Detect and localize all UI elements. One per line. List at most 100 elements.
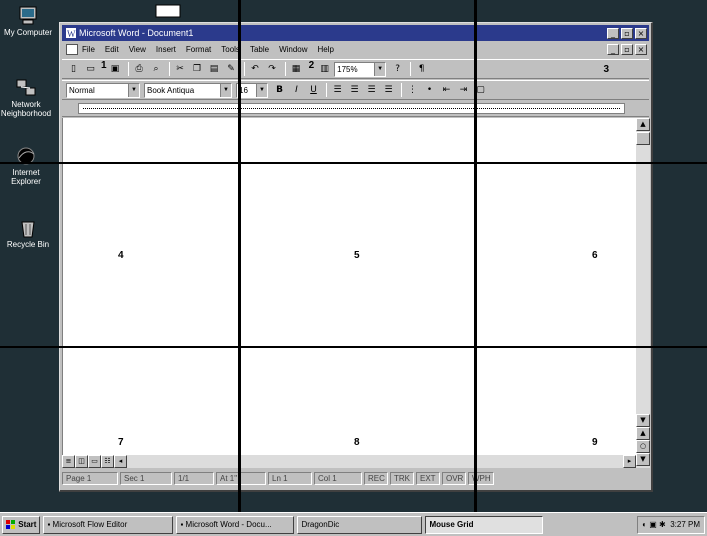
title-bar[interactable]: W Microsoft Word - Document1 _ ▫ × xyxy=(62,25,649,41)
task-mouse-grid[interactable]: Mouse Grid xyxy=(425,515,544,534)
save-icon[interactable]: ▣ xyxy=(108,62,123,77)
bullets-icon[interactable]: • xyxy=(422,83,437,98)
italic-icon[interactable]: I xyxy=(289,83,304,98)
doc-close-button[interactable]: × xyxy=(635,44,647,55)
menu-bar: File Edit View Insert Format Tools Table… xyxy=(62,42,649,57)
style-combo[interactable]: Normal ▼ xyxy=(66,82,140,98)
ruler-ticks xyxy=(83,108,620,111)
format-painter-icon[interactable]: ✎ xyxy=(224,62,239,77)
redo-icon[interactable]: ↷ xyxy=(265,62,280,77)
taskbar-app-icon: ▪ xyxy=(47,519,51,529)
desktop-icon-network[interactable]: Network Neighborhood xyxy=(0,78,52,118)
minimize-button[interactable]: _ xyxy=(607,27,619,39)
scroll-up-button[interactable]: ▲ xyxy=(636,118,650,131)
desktop-icon-label: My Computer xyxy=(3,28,52,37)
menu-table[interactable]: Table xyxy=(250,45,269,54)
close-button[interactable]: × xyxy=(635,27,647,39)
show-hide-icon[interactable]: ¶ xyxy=(414,62,429,77)
next-page-button[interactable]: ▼ xyxy=(636,453,650,466)
print-preview-icon[interactable]: ⌕ xyxy=(149,62,164,77)
status-ext[interactable]: EXT xyxy=(416,472,440,485)
document-icon[interactable] xyxy=(66,44,78,55)
status-trk[interactable]: TRK xyxy=(390,472,414,485)
outline-view-button[interactable]: ☷ xyxy=(101,455,114,468)
restore-button[interactable]: ▫ xyxy=(621,27,633,39)
start-button[interactable]: Start xyxy=(2,515,41,534)
doc-minimize-button[interactable]: _ xyxy=(607,44,619,55)
menu-file[interactable]: File xyxy=(82,45,95,54)
vertical-scrollbar[interactable]: ▲ ▼ ▲ ○ ▼ xyxy=(636,118,650,468)
task-label: Microsoft Word - Docu... xyxy=(185,519,272,529)
toolbar-separator xyxy=(326,83,327,97)
menu-edit[interactable]: Edit xyxy=(105,45,119,54)
help-icon[interactable]: ? xyxy=(390,62,405,77)
zoom-combo[interactable]: 175% ▼ xyxy=(334,61,387,77)
menu-help[interactable]: Help xyxy=(318,45,334,54)
doc-restore-button[interactable]: ▫ xyxy=(621,44,633,55)
bold-icon[interactable]: B xyxy=(272,83,287,98)
menu-insert[interactable]: Insert xyxy=(156,45,176,54)
cut-icon[interactable]: ✂ xyxy=(173,62,188,77)
align-center-icon[interactable]: ☰ xyxy=(347,83,362,98)
previous-page-button[interactable]: ▲ xyxy=(636,427,650,440)
align-left-icon[interactable]: ☰ xyxy=(330,83,345,98)
desktop-icon-label: Internet Explorer xyxy=(11,168,41,186)
ruler[interactable] xyxy=(62,101,649,117)
undo-icon[interactable]: ↶ xyxy=(248,62,263,77)
web-layout-button[interactable]: ◫ xyxy=(75,455,88,468)
scroll-right-button[interactable]: ▸ xyxy=(623,455,636,468)
windows-logo-icon xyxy=(6,519,15,529)
insert-table-icon[interactable]: ▦ xyxy=(289,62,304,77)
increase-indent-icon[interactable]: ⇥ xyxy=(456,83,471,98)
taskbar: Start ▪ Microsoft Flow Editor ▪ Microsof… xyxy=(0,512,707,536)
menu-window[interactable]: Window xyxy=(279,45,307,54)
select-browse-object-button[interactable]: ○ xyxy=(636,440,650,453)
numbering-icon[interactable]: ⋮ xyxy=(405,83,420,98)
scroll-left-button[interactable]: ◂ xyxy=(114,455,127,468)
mouse-grid-horizontal-line-1 xyxy=(0,162,707,164)
word-task-icon: ▪ xyxy=(180,519,184,529)
task-dragondic[interactable]: DragonDic xyxy=(297,515,423,534)
print-icon[interactable]: ⎙ xyxy=(132,62,147,77)
status-page: Page 1 xyxy=(62,472,118,485)
task-label: DragonDic xyxy=(301,519,340,529)
formatting-toolbar: Normal ▼ Book Antiqua ▼ 16 ▼ B I U ☰ ☰ ☰ ☰ … xyxy=(62,80,649,100)
page-layout-button[interactable]: ▭ xyxy=(88,455,101,468)
toolbar-separator xyxy=(410,62,412,76)
task-flow-editor[interactable]: ▪ Microsoft Flow Editor xyxy=(43,515,174,534)
scroll-down-button[interactable]: ▼ xyxy=(636,414,650,427)
chevron-down-icon: ▼ xyxy=(256,83,267,97)
menu-format[interactable]: Format xyxy=(186,45,211,54)
open-folder-icon[interactable]: ▭ xyxy=(83,62,98,77)
document-area[interactable] xyxy=(62,118,636,455)
desktop-icon-my-computer[interactable]: My Computer xyxy=(2,6,54,37)
desktop-icon-internet-explorer[interactable]: Internet Explorer xyxy=(0,146,52,186)
task-word[interactable]: ▪ Microsoft Word - Docu... xyxy=(176,515,295,534)
desktop-icon-recycle-bin[interactable]: Recycle Bin xyxy=(2,218,54,249)
task-label: Microsoft Flow Editor xyxy=(52,519,128,529)
copy-icon[interactable]: ❐ xyxy=(190,62,205,77)
horizontal-scroll-track[interactable] xyxy=(127,455,623,468)
underline-icon[interactable]: U xyxy=(306,83,321,98)
columns-icon[interactable]: ▥ xyxy=(317,62,332,77)
normal-view-button[interactable]: ≡ xyxy=(62,455,75,468)
tray-dragon-icon[interactable]: ✱ xyxy=(659,520,666,529)
menu-view[interactable]: View xyxy=(129,45,146,54)
tray-volume-icon[interactable]: ◐ xyxy=(642,520,647,529)
mouse-grid-vertical-line-2 xyxy=(474,0,477,536)
new-document-icon[interactable]: ▯ xyxy=(66,62,81,77)
decrease-indent-icon[interactable]: ⇤ xyxy=(439,83,454,98)
justify-icon[interactable]: ☰ xyxy=(381,83,396,98)
paste-icon[interactable]: ▤ xyxy=(207,62,222,77)
align-right-icon[interactable]: ☰ xyxy=(364,83,379,98)
status-rec[interactable]: REC xyxy=(364,472,388,485)
network-icon xyxy=(16,79,36,96)
scroll-thumb[interactable] xyxy=(636,132,650,145)
grid-number-7: 7 xyxy=(118,437,124,448)
status-wph[interactable]: WPH xyxy=(468,472,494,485)
tray-network-icon[interactable]: ▣ xyxy=(649,520,657,529)
clock[interactable]: 3:27 PM xyxy=(670,520,700,529)
status-ovr[interactable]: OVR xyxy=(442,472,466,485)
font-combo[interactable]: Book Antiqua ▼ xyxy=(144,82,232,98)
status-at: At 1" xyxy=(216,472,266,485)
